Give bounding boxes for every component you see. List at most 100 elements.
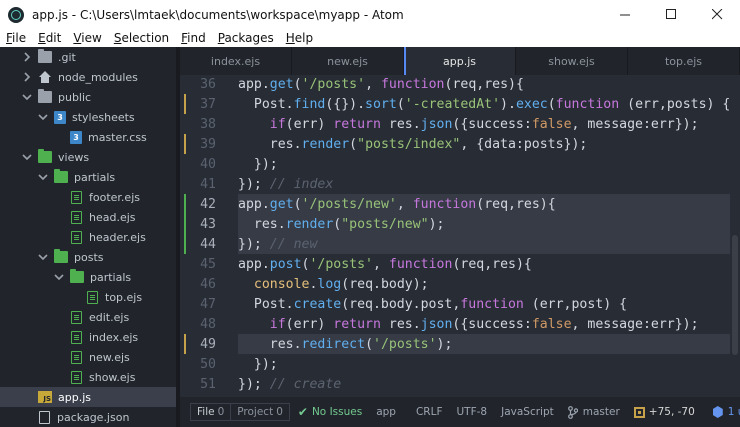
chevron-down-icon[interactable] [38, 252, 48, 262]
status-branch[interactable]: master [567, 405, 620, 419]
tree-item-label: .git [58, 50, 76, 64]
line-number: 38 [200, 116, 216, 132]
code-text: res. render("posts/index", {data:posts}); [238, 134, 591, 154]
line-number: 50 [200, 356, 216, 372]
status-issues[interactable]: ✔ No Issues [298, 405, 362, 419]
code-token: app. [238, 256, 270, 272]
code-text: if (err) return res. json ({success: false, … [238, 314, 703, 334]
close-button[interactable] [694, 0, 740, 29]
status-file-count: 0 [217, 406, 225, 418]
tree-item-master-css[interactable]: 3 master.css [0, 127, 176, 147]
tab-app-js[interactable]: app.js [404, 47, 516, 75]
menu-find[interactable]: Find [175, 31, 212, 45]
tree-item-label: footer.ejs [89, 190, 140, 204]
js-file-icon: JS [38, 391, 52, 403]
menu-help[interactable]: Help [280, 31, 319, 45]
code-token: . [309, 276, 318, 292]
tree-item-package-json[interactable]: package.json [0, 407, 176, 427]
status-file-tab[interactable]: File 0 [190, 403, 232, 421]
code-token: console [253, 276, 310, 292]
chevron-down-icon[interactable] [22, 152, 32, 162]
status-grammar[interactable]: JavaScript [501, 406, 554, 418]
tree-item-partials[interactable]: partials [0, 167, 176, 187]
code-line[interactable]: 45 app. post('/posts', function (req,res){ [180, 254, 740, 274]
tab-new-ejs[interactable]: new.ejs [292, 47, 404, 75]
maximize-button[interactable] [648, 0, 694, 29]
code-text: console. log (req.body); [238, 274, 433, 294]
code-editor[interactable]: 36 app. get('/posts', function (req,res){37… [180, 75, 740, 397]
code-line[interactable]: 40 }); [180, 154, 740, 174]
tree-item-top-ejs[interactable]: top.ejs [0, 287, 176, 307]
code-token: ( [301, 256, 310, 272]
status-line-ending[interactable]: CRLF [416, 406, 443, 418]
tree-item-label: edit.ejs [89, 310, 130, 324]
tab-top-ejs[interactable]: top.ejs [628, 47, 740, 75]
tree-item-app-js[interactable]: JS app.js [0, 387, 176, 407]
status-git-diff[interactable]: +75, -70 [633, 406, 695, 418]
tree-item-posts[interactable]: posts [0, 247, 176, 267]
code-token: ({success: [452, 316, 532, 332]
tab-bar: index.ejs new.ejs app.js show.ejs top.ejs [180, 47, 740, 75]
code-line[interactable]: 41}); // index [180, 174, 740, 194]
code-token: // new [269, 236, 318, 252]
code-line[interactable]: 37 Post. find ({}). sort('-createdAt'). exec… [180, 94, 740, 114]
code-token: if [269, 116, 286, 132]
minimize-button[interactable] [602, 0, 648, 29]
tree-item-git[interactable]: .git [0, 47, 176, 67]
window-controls [602, 0, 740, 29]
tree-item-new-ejs[interactable]: new.ejs [0, 347, 176, 367]
file-icon [71, 310, 82, 324]
code-line[interactable]: 48 if (err) return res. json ({success: fals… [180, 314, 740, 334]
code-line[interactable]: 50 }); [180, 354, 740, 374]
code-line[interactable]: 39 res. render("posts/index", {data:posts… [180, 134, 740, 154]
code-line[interactable]: 43 res. render("posts/new"); [180, 214, 740, 234]
status-update[interactable]: 1 update [712, 406, 740, 418]
code-line[interactable]: 47 Post. create (req.body.post, function (e… [180, 294, 740, 314]
tree-item-edit-ejs[interactable]: edit.ejs [0, 307, 176, 327]
tree-item-partials[interactable]: partials [0, 267, 176, 287]
code-line[interactable]: 42 app. get('/posts/new', function (req,res… [180, 194, 740, 214]
tree-item-footer-ejs[interactable]: footer.ejs [0, 187, 176, 207]
menu-packages[interactable]: Packages [212, 31, 280, 45]
tab-show-ejs[interactable]: show.ejs [516, 47, 628, 75]
git-branch-icon [567, 405, 578, 419]
code-text: app. get('/posts/new', function (req,res){ [238, 194, 560, 214]
code-line[interactable]: 46 console. log (req.body); [180, 274, 740, 294]
chevron-down-icon[interactable] [38, 172, 48, 182]
tab-index-ejs[interactable]: index.ejs [180, 47, 292, 75]
tree-item-index-ejs[interactable]: index.ejs [0, 327, 176, 347]
tree-item-public[interactable]: public [0, 87, 176, 107]
code-line[interactable]: 36 app. get('/posts', function (req,res){ [180, 75, 740, 94]
menu-view[interactable]: View [67, 31, 107, 45]
chevron-right-icon[interactable] [22, 72, 32, 82]
tree-item-head-ejs[interactable]: head.ejs [0, 207, 176, 227]
chevron-right-icon[interactable] [22, 52, 32, 62]
status-scope[interactable]: app [376, 406, 396, 418]
tree-item-stylesheets[interactable]: 3 stylesheets [0, 107, 176, 127]
tab-label: index.ejs [210, 54, 261, 68]
code-token: res. [380, 316, 421, 332]
chevron-down-icon[interactable] [22, 92, 32, 102]
chevron-down-icon[interactable] [38, 112, 48, 122]
code-line[interactable]: 49 res. redirect('/posts'); [180, 334, 740, 354]
line-number: 42 [200, 196, 216, 212]
code-token: return [333, 116, 381, 132]
code-token: Post. [238, 296, 294, 312]
menu-selection[interactable]: Selection [108, 31, 175, 45]
code-line[interactable]: 44}); // new [180, 234, 740, 254]
code-line[interactable]: 51}); // create [180, 374, 740, 394]
status-diff-label: +75, -70 [648, 406, 695, 418]
menu-edit[interactable]: Edit [32, 31, 67, 45]
tree-item-show-ejs[interactable]: show.ejs [0, 367, 176, 387]
code-token: , [365, 76, 381, 92]
status-project-tab[interactable]: Project 0 [231, 403, 290, 421]
code-line[interactable]: 38 if (err) return res. json ({success: fals… [180, 114, 740, 134]
maximize-icon [665, 9, 676, 19]
status-encoding[interactable]: UTF-8 [457, 406, 488, 418]
menu-file[interactable]: File [0, 31, 32, 45]
code-token: create [293, 296, 342, 312]
tree-item-node-modules[interactable]: node_modules [0, 67, 176, 87]
tree-item-views[interactable]: views [0, 147, 176, 167]
chevron-down-icon[interactable] [54, 272, 64, 282]
tree-item-header-ejs[interactable]: header.ejs [0, 227, 176, 247]
